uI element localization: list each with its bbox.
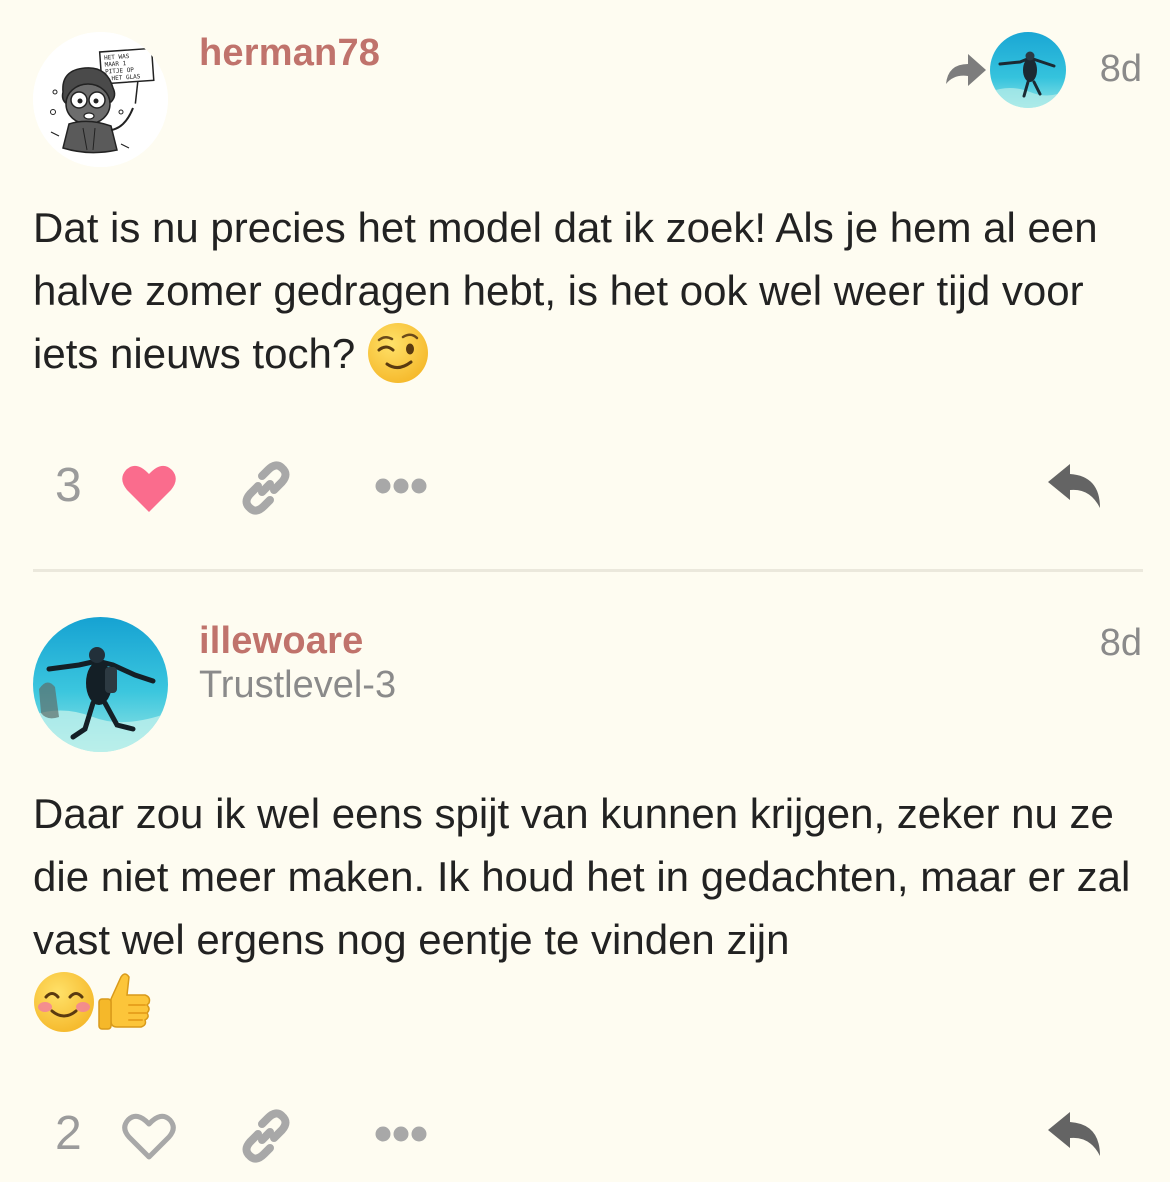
thumbs-up-icon xyxy=(98,973,151,1030)
reply-button[interactable] xyxy=(1046,460,1104,512)
link-icon xyxy=(242,1109,290,1163)
reply-to-indicator[interactable] xyxy=(942,30,1066,110)
post-text: Dat is nu precies het model dat ik zoek!… xyxy=(33,204,1098,377)
smiling-face-emoji xyxy=(33,971,95,1033)
heart-outline-icon xyxy=(122,1113,176,1160)
reply-arrow-icon xyxy=(1048,464,1100,508)
post-text: Daar zou ik wel eens spijt van kunnen kr… xyxy=(33,790,1131,963)
reply-arrow-icon xyxy=(1048,1112,1100,1156)
post-actions: 3 xyxy=(0,446,1170,526)
reply-to-avatar xyxy=(990,32,1066,108)
like-count[interactable]: 3 xyxy=(55,458,82,513)
post-date[interactable]: 8d xyxy=(1100,622,1142,665)
ellipsis-icon xyxy=(375,478,427,494)
reply-button[interactable] xyxy=(1046,1108,1104,1160)
user-title: Trustlevel-3 xyxy=(199,664,397,706)
diver-avatar-image xyxy=(33,617,168,752)
winking-face-icon xyxy=(367,322,428,383)
ellipsis-icon xyxy=(375,1126,427,1142)
post-illewoare: illewoare Trustlevel-3 8d Daar zou ik we… xyxy=(0,572,1170,1182)
link-icon xyxy=(242,461,290,515)
post-content: Dat is nu precies het model dat ik zoek!… xyxy=(33,196,1143,388)
like-button[interactable] xyxy=(120,462,178,514)
like-count[interactable]: 2 xyxy=(55,1106,82,1161)
smiling-face-with-smiling-eyes-icon xyxy=(34,971,94,1032)
avatar[interactable]: HET WAS MAAR 1 PITJE OP HET GLAS xyxy=(33,32,168,167)
copy-link-button[interactable] xyxy=(238,1108,294,1164)
more-options-button[interactable] xyxy=(374,1124,428,1144)
cartoon-avatar-image: HET WAS MAAR 1 PITJE OP HET GLAS xyxy=(33,32,168,167)
more-options-button[interactable] xyxy=(374,476,428,496)
post-content: Daar zou ik wel eens spijt van kunnen kr… xyxy=(33,782,1143,1037)
copy-link-button[interactable] xyxy=(238,460,294,516)
post-date[interactable]: 8d xyxy=(1100,48,1142,91)
username[interactable]: herman78 xyxy=(199,32,380,75)
share-arrow-icon xyxy=(946,54,986,86)
avatar[interactable] xyxy=(33,617,168,752)
username[interactable]: illewoare xyxy=(199,620,363,663)
winking-face-emoji xyxy=(367,322,429,384)
thumbs-up-emoji xyxy=(95,971,153,1033)
post-herman78: HET WAS MAAR 1 PITJE OP HET GLAS herman7… xyxy=(0,0,1170,570)
post-actions: 2 xyxy=(0,1094,1170,1174)
like-button[interactable] xyxy=(120,1110,178,1162)
diver-avatar-image xyxy=(990,32,1066,108)
heart-filled-icon xyxy=(122,465,176,512)
